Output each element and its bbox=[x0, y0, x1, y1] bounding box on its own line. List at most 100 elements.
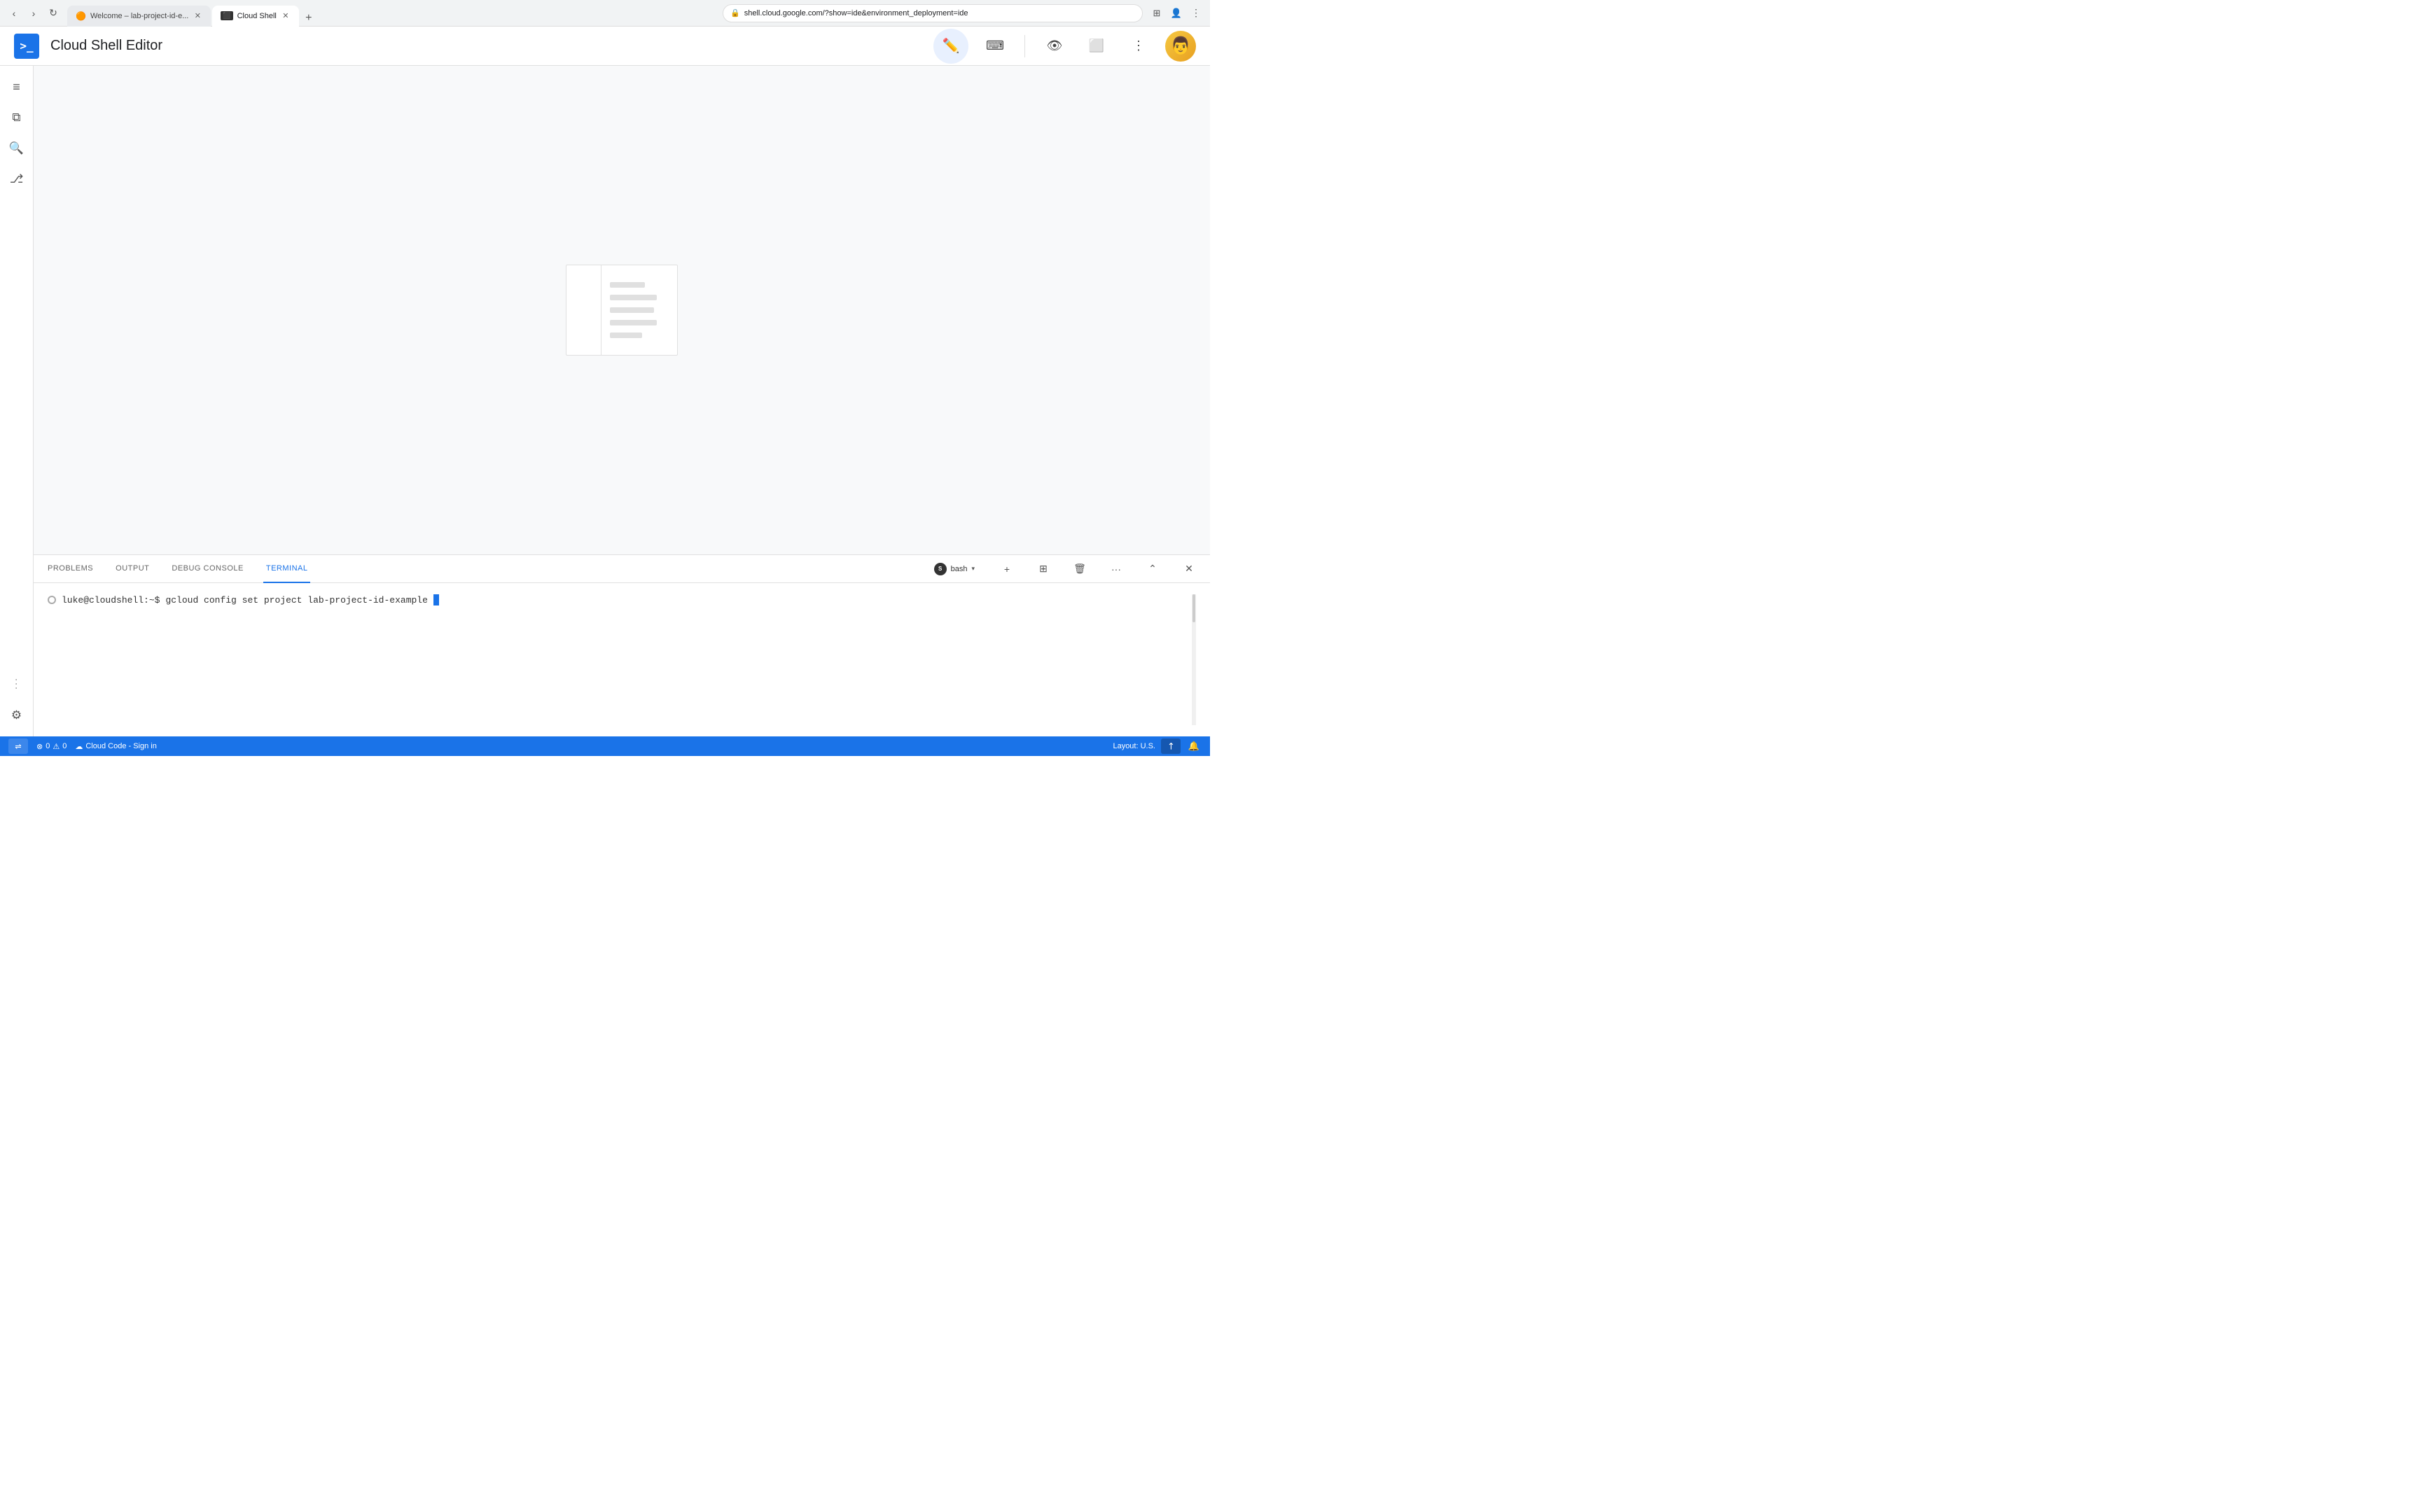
split-terminal-icon: ⊞ bbox=[1039, 563, 1048, 575]
sidebar-item-explorer[interactable]: ⧉ bbox=[4, 105, 29, 130]
terminal-close-button[interactable]: ✕ bbox=[1179, 559, 1199, 579]
status-right: Layout: U.S. ↗ 🔔 bbox=[1113, 738, 1202, 754]
git-icon: ⎇ bbox=[10, 172, 24, 186]
terminal-button[interactable]: ⌨ bbox=[980, 31, 1010, 62]
terminal-tabs-bar: PROBLEMS OUTPUT DEBUG CONSOLE TERMINAL bbox=[34, 555, 1210, 583]
placeholder-line-4 bbox=[610, 320, 657, 326]
tab-problems[interactable]: PROBLEMS bbox=[45, 555, 96, 583]
tab-title: Cloud Shell bbox=[237, 12, 277, 20]
arrows-icon: ⇌ bbox=[15, 742, 21, 751]
warning-count: 0 bbox=[62, 742, 67, 750]
tab-favicon: 🟠 bbox=[76, 11, 86, 21]
split-icon: ⬜ bbox=[1089, 38, 1104, 53]
placeholder-line-1 bbox=[610, 282, 645, 288]
new-terminal-button[interactable]: + bbox=[997, 559, 1017, 579]
prompt-indicator bbox=[48, 596, 56, 604]
extensions-button[interactable]: ⊞ bbox=[1148, 5, 1165, 22]
terminal-content: luke@cloudshell:~$ gcloud config set pro… bbox=[48, 594, 1192, 725]
more-options-button[interactable]: ⋮ bbox=[1123, 31, 1154, 62]
trash-icon: 🗑 bbox=[1073, 563, 1086, 575]
plus-icon: + bbox=[1004, 564, 1010, 575]
profile-button[interactable]: 👤 bbox=[1168, 5, 1185, 22]
bash-icon: S bbox=[934, 563, 947, 575]
lock-icon: 🔒 bbox=[730, 8, 740, 18]
preview-button[interactable]: 👁 bbox=[1039, 31, 1070, 62]
terminal-panel: PROBLEMS OUTPUT DEBUG CONSOLE TERMINAL bbox=[34, 554, 1210, 736]
placeholder-line-3 bbox=[610, 307, 654, 313]
settings-icon: ⚙ bbox=[11, 708, 22, 722]
tab-debug-label: DEBUG CONSOLE bbox=[172, 564, 243, 573]
address-bar[interactable]: 🔒 shell.cloud.google.com/?show=ide&envir… bbox=[723, 4, 1143, 22]
new-tab-button[interactable]: + bbox=[300, 10, 317, 27]
cloud-code-button[interactable]: ☁ Cloud Code - Sign in bbox=[75, 742, 157, 751]
more-icon: ⋮ bbox=[1132, 38, 1145, 53]
error-count: 0 bbox=[46, 742, 50, 750]
bash-indicator[interactable]: S bash ▾ bbox=[929, 559, 980, 579]
terminal-icon: ⌨ bbox=[986, 38, 1004, 53]
notification-button[interactable]: ↗ bbox=[1161, 738, 1181, 754]
layout-label: Layout: U.S. bbox=[1113, 742, 1155, 750]
tab-debug-console[interactable]: DEBUG CONSOLE bbox=[169, 555, 246, 583]
url-text: shell.cloud.google.com/?show=ide&environ… bbox=[744, 9, 1135, 18]
main-content: PROBLEMS OUTPUT DEBUG CONSOLE TERMINAL bbox=[34, 66, 1210, 736]
sidebar-item-git[interactable]: ⎇ bbox=[4, 167, 29, 192]
bash-symbol: S bbox=[938, 566, 942, 572]
tab-cloud-shell[interactable]: ⬛ Cloud Shell ✕ bbox=[212, 6, 298, 27]
layout-indicator[interactable]: Layout: U.S. bbox=[1113, 742, 1155, 750]
terminal-scrollbar[interactable] bbox=[1192, 594, 1196, 725]
warning-icon: ⚠ bbox=[53, 742, 60, 751]
tab-output-label: OUTPUT bbox=[116, 564, 149, 573]
cloud-code-label: Cloud Code - Sign in bbox=[85, 742, 157, 750]
sidebar: ≡ ⧉ 🔍 ⎇ ··· ⚙ bbox=[0, 66, 34, 736]
status-left: ⇌ ⊗ 0 ⚠ 0 ☁ Cloud Code - Sign in bbox=[8, 738, 157, 754]
placeholder-line-5 bbox=[610, 332, 642, 338]
more-button[interactable]: ⋮ bbox=[1188, 5, 1204, 22]
placeholder-line-2 bbox=[610, 295, 657, 300]
terminal-line: luke@cloudshell:~$ gcloud config set pro… bbox=[48, 594, 1192, 606]
editor-area bbox=[34, 66, 1210, 554]
browser-chrome: ‹ › ↻ 🟠 Welcome – lab-project-id-e... ✕ … bbox=[0, 0, 1210, 27]
cloud-icon: ☁ bbox=[75, 742, 83, 751]
remote-connection-button[interactable]: ⇌ bbox=[8, 738, 28, 754]
split-terminal-button[interactable]: ⊞ bbox=[1034, 559, 1053, 579]
back-button[interactable]: ‹ bbox=[6, 5, 22, 22]
terminal-cursor bbox=[433, 594, 439, 606]
header-divider bbox=[1024, 35, 1025, 57]
sidebar-more-dots[interactable]: ··· bbox=[4, 672, 29, 697]
split-button[interactable]: ⬜ bbox=[1081, 31, 1112, 62]
tab-welcome[interactable]: 🟠 Welcome – lab-project-id-e... ✕ bbox=[67, 6, 211, 27]
terminal-more-button[interactable]: ··· bbox=[1106, 559, 1126, 579]
chevron-up-icon: ⌃ bbox=[1148, 563, 1157, 575]
tab-close-icon[interactable]: ✕ bbox=[193, 11, 202, 21]
errors-indicator[interactable]: ⊗ 0 ⚠ 0 bbox=[36, 742, 67, 751]
sidebar-item-settings[interactable]: ⚙ bbox=[4, 703, 29, 728]
logo-symbol: >_ bbox=[20, 39, 33, 52]
terminal-body[interactable]: luke@cloudshell:~$ gcloud config set pro… bbox=[34, 583, 1210, 736]
tab-output[interactable]: OUTPUT bbox=[113, 555, 152, 583]
bell-button[interactable]: 🔔 bbox=[1186, 738, 1202, 754]
app: >_ Cloud Shell Editor ✏️ ⌨ 👁 ⬜ ⋮ 👨 bbox=[0, 27, 1210, 756]
error-icon: ⊗ bbox=[36, 742, 43, 751]
edit-button[interactable]: ✏️ bbox=[933, 29, 968, 64]
forward-button[interactable]: › bbox=[25, 5, 42, 22]
tab-bar: 🟠 Welcome – lab-project-id-e... ✕ ⬛ Clou… bbox=[67, 0, 723, 27]
terminal-maximize-button[interactable]: ⌃ bbox=[1143, 559, 1162, 579]
app-title: Cloud Shell Editor bbox=[50, 38, 162, 54]
tab-close-icon[interactable]: ✕ bbox=[281, 11, 291, 21]
search-icon: 🔍 bbox=[9, 141, 24, 155]
ellipsis-icon: ··· bbox=[1111, 564, 1121, 575]
sidebar-item-search[interactable]: 🔍 bbox=[4, 136, 29, 161]
terminal-prompt: luke@cloudshell:~$ bbox=[62, 595, 160, 606]
editor-placeholder-right bbox=[601, 265, 677, 355]
tab-favicon: ⬛ bbox=[221, 11, 232, 20]
browser-controls: ‹ › ↻ bbox=[6, 5, 62, 22]
app-header: >_ Cloud Shell Editor ✏️ ⌨ 👁 ⬜ ⋮ 👨 bbox=[0, 27, 1210, 66]
tab-title: Welcome – lab-project-id-e... bbox=[90, 12, 188, 20]
terminal-scrollbar-thumb bbox=[1192, 594, 1195, 622]
kill-terminal-button[interactable]: 🗑 bbox=[1070, 559, 1090, 579]
tab-problems-label: PROBLEMS bbox=[48, 564, 93, 573]
sidebar-item-menu[interactable]: ≡ bbox=[4, 74, 29, 99]
user-avatar[interactable]: 👨 bbox=[1165, 31, 1196, 62]
tab-terminal[interactable]: TERMINAL bbox=[263, 555, 311, 583]
reload-button[interactable]: ↻ bbox=[45, 5, 62, 22]
